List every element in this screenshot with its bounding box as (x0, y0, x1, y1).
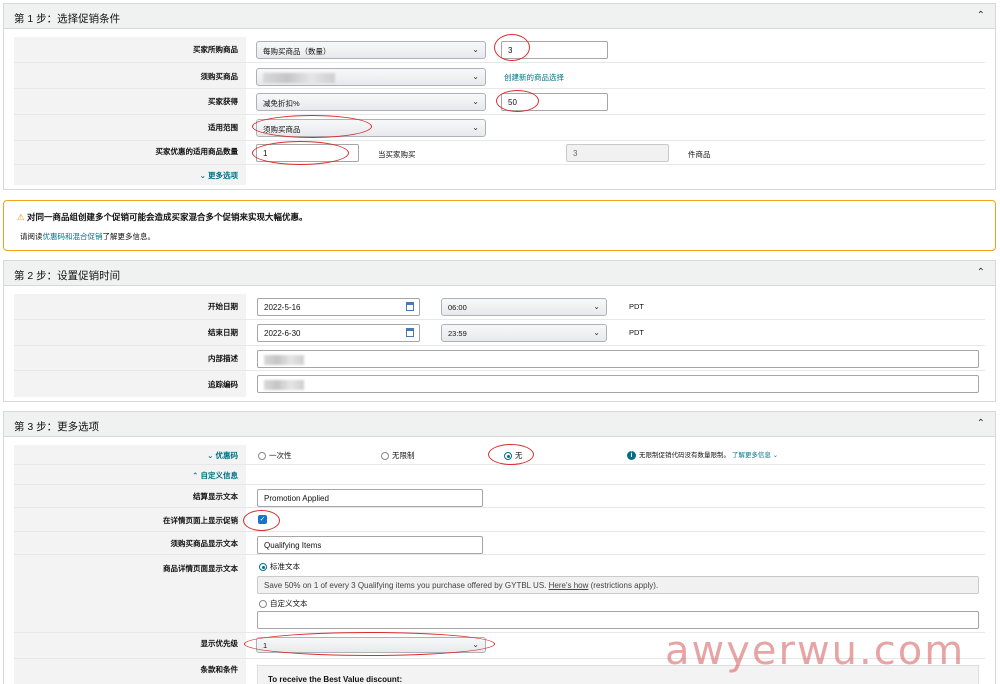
warning-body-link[interactable]: 优惠码和混合促销 (43, 232, 103, 241)
show-on-detail-label: 在详情页面上显示促销 (163, 516, 238, 525)
row-tracking-code: 追踪编码 (14, 371, 985, 397)
chevron-down-icon: ⌄ (472, 123, 479, 132)
row-start-date: 开始日期 2022-5-16 06:00 ⌄ PDT (14, 294, 985, 320)
items-suffix-text: 件商品 (688, 150, 711, 159)
buys-qty-input: 3 (566, 144, 669, 162)
chevron-down-icon: ⌄ (593, 328, 600, 337)
watermark: awyerwu.com (665, 628, 966, 674)
chevron-down-icon: ⌄ (472, 45, 479, 54)
highlight-oval (496, 90, 539, 112)
warning-title: 对同一商品组创建多个促销可能会造成买家混合多个促销来实现大幅优惠。 (27, 212, 308, 222)
buyer-purchases-select[interactable]: 每购买商品（数量） ⌄ (256, 41, 486, 59)
row-discount-qty: 买家优惠的适用商品数量 1 当买家购买 3 件商品 (14, 141, 985, 165)
blurred-selection (263, 73, 335, 84)
chevron-up-icon[interactable]: ⌃ (977, 267, 985, 278)
chevron-down-icon: ⌄ (772, 452, 779, 459)
step1-title: 第 1 步：选择促销条件 (14, 13, 121, 25)
row-detail-text: 商品详情页面显示文本 标准文本 Save 50% on 1 of every 3… (14, 555, 985, 633)
required-items-label: 须购买商品 (200, 72, 239, 81)
priority-label: 显示优先级 (200, 639, 239, 648)
tracking-code-label: 追踪编码 (208, 380, 238, 389)
highlight-oval (252, 141, 349, 165)
end-date-label: 结束日期 (208, 328, 238, 337)
warning-box: ⚠ 对同一商品组创建多个促销可能会造成买家混合多个促销来实现大幅优惠。 请阅读优… (3, 200, 996, 251)
highlight-oval (243, 510, 280, 531)
claim-code-toggle[interactable]: ⌄ 优惠码 (207, 450, 238, 461)
calendar-icon[interactable] (406, 328, 414, 337)
row-checkout-text: 结算显示文本 Promotion Applied (14, 485, 985, 508)
more-options-toggle[interactable]: ⌄ 更多选项 (200, 170, 238, 181)
terms-heading: To receive the Best Value discount: (268, 675, 403, 684)
step1-header[interactable]: 第 1 步：选择促销条件 ⌃ (4, 4, 995, 29)
detail-text-label: 商品详情页面显示文本 (163, 564, 238, 573)
end-timezone: PDT (629, 328, 644, 337)
radio-icon (381, 452, 389, 461)
discount-qty-label: 买家优惠的适用商品数量 (155, 147, 239, 156)
standard-text-box: Save 50% on 1 of every 3 Qualifying item… (257, 576, 979, 594)
radio-single[interactable]: 一次性 (258, 450, 292, 461)
start-time-select[interactable]: 06:00 ⌄ (441, 298, 607, 316)
highlight-oval (252, 115, 372, 138)
chevron-up-icon[interactable]: ⌃ (977, 10, 985, 21)
end-time-select[interactable]: 23:59 ⌄ (441, 324, 607, 342)
when-buyer-buys-text: 当买家购买 (378, 150, 416, 159)
row-qualifying-text: 须购买商品显示文本 Qualifying Items (14, 532, 985, 555)
row-internal-desc: 内部描述 (14, 346, 985, 371)
step3-title: 第 3 步：更多选项 (14, 421, 100, 433)
start-timezone: PDT (629, 302, 644, 311)
create-selection-link[interactable]: 创建新的商品选择 (504, 72, 564, 83)
heres-how-link[interactable]: Here's how (549, 581, 589, 590)
radio-icon (259, 600, 267, 609)
radio-standard-text[interactable]: 标准文本 (259, 561, 300, 572)
learn-more-link[interactable]: 了解更多信息 (732, 452, 771, 459)
row-required-items: 须购买商品 ⌄ 创建新的商品选择 (14, 63, 985, 89)
warning-body-prefix: 请阅读 (20, 232, 43, 241)
unlimited-note: i 无限制促销代码没有数量限制。 了解更多信息 ⌄ (627, 449, 778, 460)
row-end-date: 结束日期 2022-6-30 23:59 ⌄ PDT (14, 320, 985, 346)
chevron-up-icon[interactable]: ⌃ (977, 418, 985, 429)
required-items-select[interactable]: ⌄ (256, 68, 486, 86)
buyer-purchases-label: 买家所购商品 (193, 45, 238, 54)
radio-custom-text[interactable]: 自定义文本 (259, 598, 308, 609)
step2-panel: 第 2 步：设置促销时间 ⌃ 开始日期 2022-5-16 06:00 ⌄ PDT… (3, 260, 996, 402)
start-date-input[interactable]: 2022-5-16 (257, 298, 420, 316)
internal-desc-input[interactable] (257, 350, 979, 368)
custom-text-input[interactable] (257, 611, 979, 629)
row-show-on-detail: 在详情页面上显示促销 ✓ (14, 508, 985, 532)
radio-unlimited[interactable]: 无限制 (381, 450, 415, 461)
blurred-text (264, 355, 304, 365)
internal-desc-label: 内部描述 (208, 354, 238, 363)
highlight-oval (244, 632, 495, 656)
start-date-label: 开始日期 (208, 302, 238, 311)
step2-header[interactable]: 第 2 步：设置促销时间 ⌃ (4, 261, 995, 286)
checkout-text-input[interactable]: Promotion Applied (257, 489, 483, 507)
calendar-icon[interactable] (406, 302, 414, 311)
warning-body-suffix: 了解更多信息。 (102, 232, 156, 241)
warning-triangle-icon: ⚠ (17, 212, 25, 222)
checkout-text-label: 结算显示文本 (193, 492, 238, 501)
info-icon: i (627, 450, 636, 460)
buyer-gets-select[interactable]: 减免折扣% ⌄ (256, 93, 486, 111)
chevron-down-icon: ⌄ (472, 72, 479, 81)
row-applies-to: 适用范围 须购买商品 ⌄ (14, 115, 985, 141)
buyer-gets-label: 买家获得 (208, 97, 238, 106)
tracking-code-input[interactable] (257, 375, 979, 393)
applies-to-label: 适用范围 (208, 123, 238, 132)
end-date-input[interactable]: 2022-6-30 (257, 324, 420, 342)
row-more-options: ⌄ 更多选项 (14, 165, 985, 185)
step2-title: 第 2 步：设置促销时间 (14, 270, 121, 282)
chevron-down-icon: ⌄ (472, 97, 479, 106)
qualifying-text-label: 须购买商品显示文本 (170, 539, 239, 548)
terms-label: 条款和条件 (200, 665, 239, 674)
radio-icon (258, 452, 266, 461)
qualifying-text-input[interactable]: Qualifying Items (257, 536, 483, 554)
highlight-oval (494, 34, 530, 61)
blurred-text (264, 380, 304, 390)
highlight-oval (488, 444, 534, 465)
custom-info-toggle[interactable]: ⌃ 自定义信息 (192, 470, 238, 481)
radio-selected-icon (259, 563, 267, 572)
chevron-down-icon: ⌄ (593, 302, 600, 311)
step3-header[interactable]: 第 3 步：更多选项 ⌃ (4, 412, 995, 437)
row-custom-info: ⌃ 自定义信息 (14, 465, 985, 485)
